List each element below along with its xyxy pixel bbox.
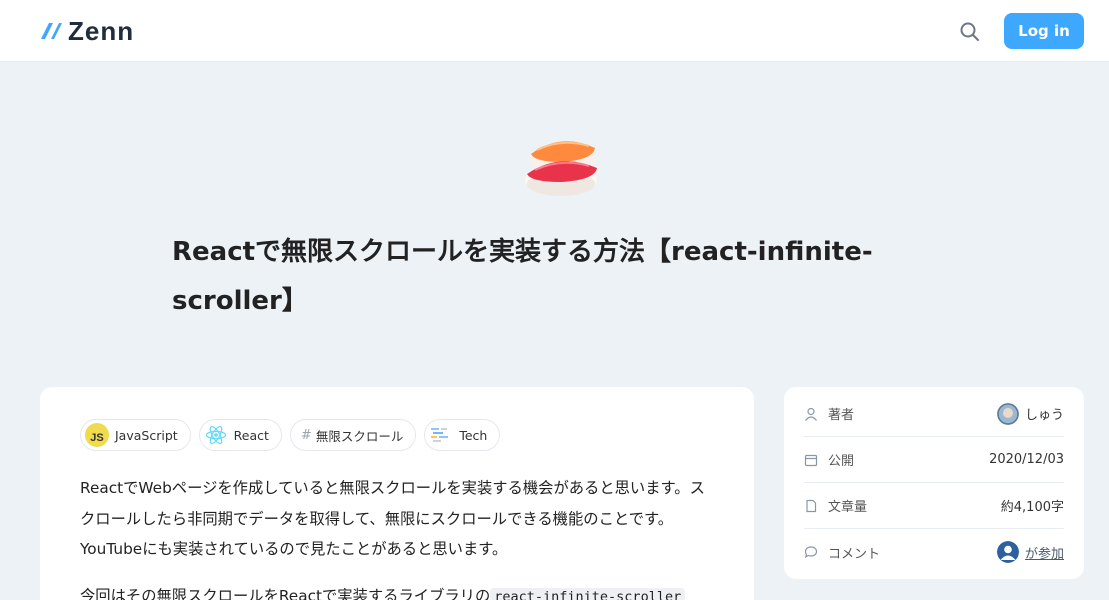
paragraph-text: 今回はその無限スクロールをReactで実装するライブラリの (80, 586, 491, 600)
user-avatar-icon (996, 541, 1019, 563)
topic-react[interactable]: React (198, 419, 282, 451)
topic-javascript[interactable]: JS JavaScript (80, 419, 191, 451)
topic-tech[interactable]: Tech (424, 419, 501, 451)
article-title: Reactで無限スクロールを実装する方法【react-infinite-scro… (172, 237, 873, 316)
author-avatar (996, 402, 1019, 425)
user-icon (805, 407, 817, 421)
join-text: が参加 (1024, 546, 1064, 562)
published-row: 公開 2020/12/03 (804, 437, 1064, 483)
comment-join-link[interactable]: が参加 (996, 541, 1064, 563)
comment-row: コメント が参加 (804, 529, 1064, 575)
document-icon (806, 499, 817, 512)
logo-text: Zenn (68, 15, 135, 46)
length-row: 文章量 約4,100字 (804, 483, 1064, 529)
javascript-icon: JS (85, 423, 109, 447)
comment-icon (804, 546, 818, 559)
hash-icon: # (300, 427, 312, 443)
published-date: 2020/12/03 (989, 452, 1064, 467)
length-value: 約4,100字 (1000, 500, 1064, 515)
author-name: しゅう (1024, 408, 1064, 423)
article-info-card: 著者 しゅう 公開 2020/12/03 文章量 約4,100字 コメント が参… (784, 387, 1084, 579)
topic-label: React (233, 427, 269, 443)
topic-label: Tech (459, 427, 488, 443)
article-body: ReactでWebページを作成していると無限スクロールを実装する機会があると思い… (80, 473, 720, 600)
site-header: Zenn Log in (0, 0, 1109, 62)
tech-icon (429, 423, 453, 447)
length-label: 文章量 (828, 500, 868, 515)
article-content-card: JS JavaScript React # 無限スクロール Tech React… (40, 387, 754, 600)
react-icon (204, 423, 228, 447)
zenn-logo-icon (41, 23, 62, 39)
topic-label: 無限スクロール (315, 428, 404, 444)
calendar-icon (804, 454, 818, 466)
zenn-logo[interactable]: Zenn (40, 15, 135, 46)
published-label: 公開 (828, 454, 855, 469)
author-row: 著者 しゅう (804, 391, 1064, 437)
sushi-emoji-icon (521, 130, 601, 200)
paragraph: ReactでWebページを作成していると無限スクロールを実装する機会があると思い… (80, 479, 705, 558)
topic-infinite-scroll[interactable]: # 無限スクロール (289, 419, 417, 451)
inline-code: react-infinite-scroller (490, 587, 686, 600)
login-button[interactable]: Log in (1004, 13, 1084, 49)
search-icon (960, 22, 979, 41)
author-link[interactable]: しゅう (996, 402, 1064, 425)
paragraph: 今回はその無限スクロールをReactで実装するライブラリの react-infin… (80, 581, 720, 600)
topic-list: JS JavaScript React # 無限スクロール Tech (80, 419, 501, 451)
author-label: 著者 (828, 408, 855, 423)
topic-label: JavaScript (115, 427, 178, 443)
comment-label: コメント (828, 546, 881, 562)
search-button[interactable] (958, 20, 982, 44)
